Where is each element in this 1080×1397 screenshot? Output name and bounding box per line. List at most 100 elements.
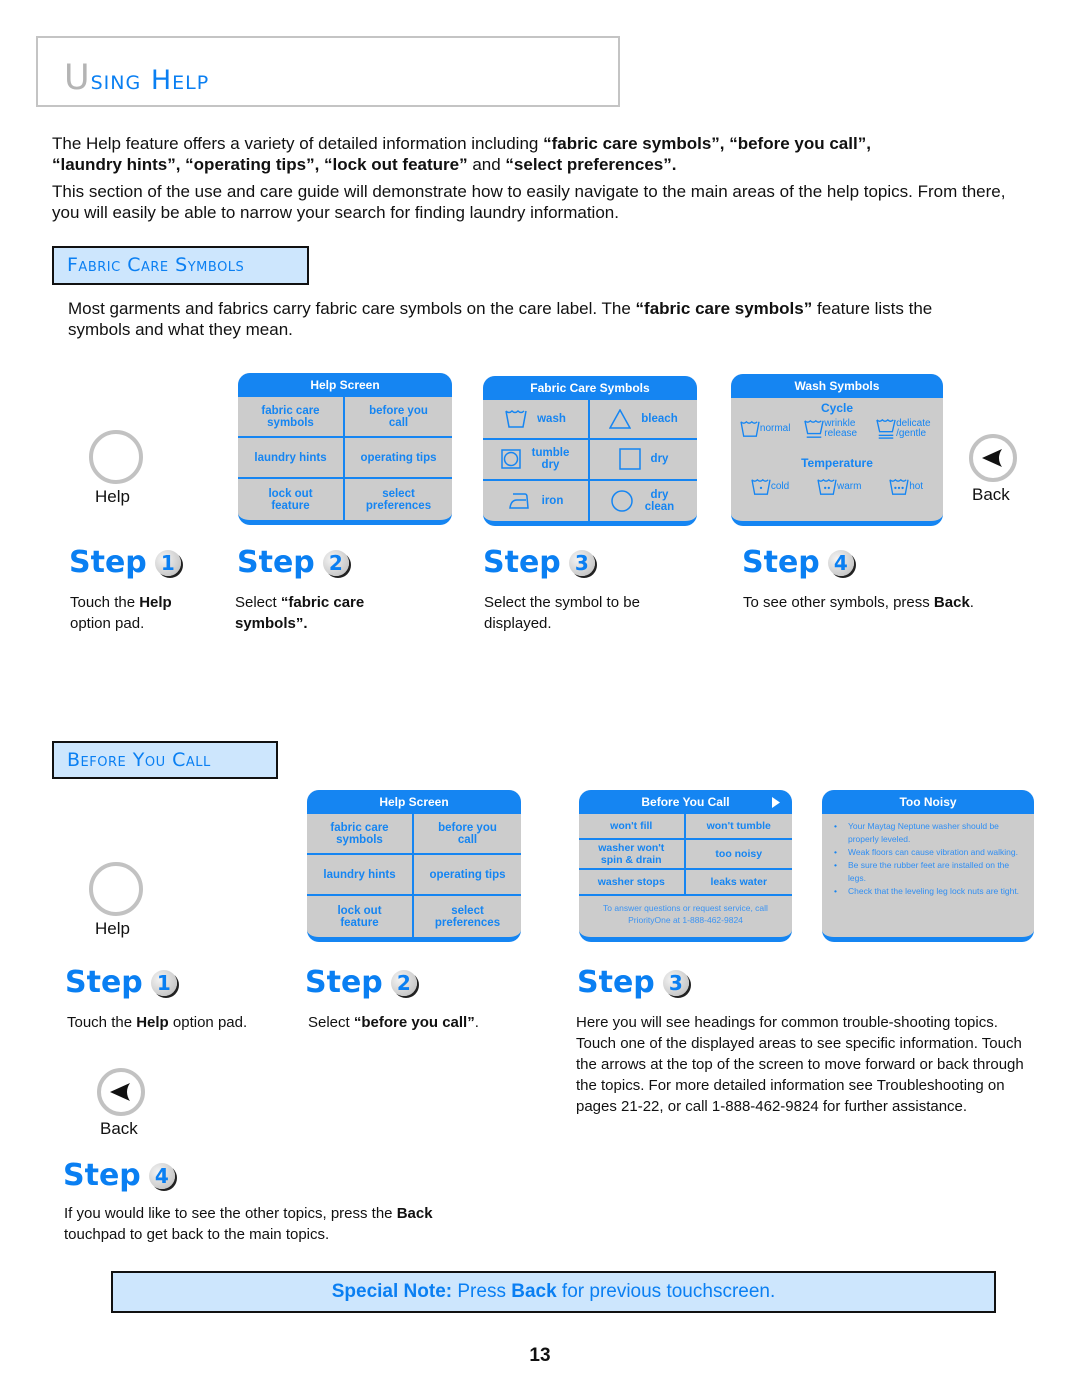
byc-step-3-desc: Here you will see headings for common tr…: [576, 1014, 1024, 1115]
help-option-laundry-hints[interactable]: laundry hints: [238, 438, 345, 479]
help-option-fabric-care-symbols[interactable]: fabric care symbols: [238, 397, 345, 438]
help-screen-panel: Help Screen fabric care symbols before y…: [307, 790, 521, 942]
help-pad-button[interactable]: [89, 430, 143, 484]
topic-wont-fill[interactable]: won't fill: [579, 814, 686, 840]
symbol-option-dry[interactable]: dry: [590, 440, 697, 481]
wash-normal-icon: [740, 420, 760, 437]
help-option-lock-out-feature[interactable]: lock out feature: [307, 896, 414, 937]
too-noisy-title: Too Noisy: [822, 790, 1034, 814]
help-pad-label: Help: [95, 919, 130, 938]
tip-item: Weak floors can cause vibration and walk…: [834, 846, 1026, 859]
iron-icon: [508, 493, 529, 509]
step-number-badge: 3: [568, 549, 595, 576]
wash-delicate-icon: [876, 418, 896, 439]
before-you-call-title: Before You Call: [579, 790, 792, 814]
wash-tub-icon: [505, 410, 527, 428]
back-pad-label: Back: [100, 1119, 138, 1138]
wash-symbols-screen: Wash Symbols Cycle normal wrinkle releas…: [731, 374, 943, 526]
topic-leaks-water[interactable]: leaks water: [685, 870, 792, 896]
temp-cold[interactable]: cold: [751, 478, 789, 496]
tumble-dry-icon: [500, 449, 521, 470]
dry-square-icon: [618, 448, 641, 471]
step-number-badge: 4: [148, 1162, 175, 1189]
step-number-badge: 3: [662, 969, 689, 996]
too-noisy-screen: Too Noisy Your Maytag Neptune washer sho…: [822, 790, 1034, 942]
temp-hot[interactable]: hot: [889, 478, 923, 496]
help-option-lock-out-feature[interactable]: lock out feature: [238, 479, 345, 520]
byc-step-3-heading: Step 3: [577, 965, 689, 1000]
back-arrow-icon: [110, 1083, 130, 1101]
section-heading-before-you-call: Before You Call: [52, 741, 278, 779]
wash-symbols-title: Wash Symbols: [731, 374, 943, 398]
step-number-badge: 1: [154, 549, 181, 576]
dry-clean-circle-icon: [610, 490, 633, 512]
wash-cold-icon: [751, 478, 771, 495]
help-option-fabric-care-symbols[interactable]: fabric care symbols: [307, 814, 414, 855]
cycle-wrinkle-release[interactable]: wrinkle release: [804, 419, 862, 439]
fabric-step-1-heading: Step 1: [69, 545, 181, 580]
help-option-before-you-call[interactable]: before you call: [345, 397, 452, 438]
help-pad-button[interactable]: [89, 862, 143, 916]
before-you-call-screen: Before You Call won't fill won't tumble …: [579, 790, 792, 942]
special-note-box: Special Note: Press Back for previous to…: [111, 1271, 996, 1313]
fabric-step-4-heading: Step 4: [742, 545, 854, 580]
topic-too-noisy[interactable]: too noisy: [685, 840, 792, 870]
fabric-care-description: Most garments and fabrics carry fabric c…: [68, 299, 933, 339]
page-title: Using Help: [64, 58, 210, 98]
help-option-operating-tips[interactable]: operating tips: [345, 438, 452, 479]
cycle-heading: Cycle: [820, 401, 854, 415]
cycle-delicate-gentle[interactable]: delicate /gentle: [876, 418, 934, 440]
help-option-laundry-hints[interactable]: laundry hints: [307, 855, 414, 896]
help-option-before-you-call[interactable]: before you call: [414, 814, 521, 855]
symbol-option-dry-clean[interactable]: dry clean: [590, 481, 697, 521]
page-number: 13: [529, 1345, 551, 1366]
fabric-step-3-desc: Select the symbol to be displayed.: [484, 594, 640, 632]
section-heading-fabric-care: Fabric Care Symbols: [52, 246, 309, 285]
back-pad-button[interactable]: [969, 434, 1017, 482]
help-option-operating-tips[interactable]: operating tips: [414, 855, 521, 896]
topic-washer-wont-spin-drain[interactable]: washer won't spin & drain: [579, 840, 686, 870]
wash-wrinkle-release-icon: [804, 419, 825, 438]
help-option-select-preferences[interactable]: select preferences: [414, 896, 521, 937]
step-number-badge: 2: [390, 969, 417, 996]
byc-step-4-heading: Step 4: [63, 1158, 175, 1193]
fabric-step-2-heading: Step 2: [237, 545, 349, 580]
back-pad-button[interactable]: [97, 1068, 145, 1116]
intro-paragraph-1: The Help feature offers a variety of det…: [52, 134, 871, 174]
wash-hot-icon: [889, 478, 909, 495]
service-contact-note: To answer questions or request service, …: [603, 903, 768, 925]
topic-wont-tumble[interactable]: won't tumble: [685, 814, 792, 840]
cycle-normal[interactable]: normal: [740, 420, 790, 438]
byc-step-2-heading: Step 2: [305, 965, 417, 1000]
step-number-badge: 2: [322, 549, 349, 576]
byc-step-4-desc: If you would like to see the other topic…: [64, 1205, 433, 1243]
step-number-badge: 1: [150, 969, 177, 996]
step-number-badge: 4: [827, 549, 854, 576]
topic-washer-stops[interactable]: washer stops: [579, 870, 686, 896]
too-noisy-tips: Your Maytag Neptune washer should be pro…: [822, 814, 1034, 898]
intro-paragraph-2: This section of the use and care guide w…: [52, 182, 1006, 222]
help-screen-title: Help Screen: [307, 790, 521, 814]
byc-step-1-heading: Step 1: [65, 965, 177, 1000]
symbol-option-tumble-dry[interactable]: tumble dry: [483, 440, 590, 481]
byc-step-2-desc: Select “before you call”.: [308, 1014, 479, 1031]
temp-warm[interactable]: warm: [817, 478, 861, 496]
tip-item: Be sure the rubber feet are installed on…: [834, 859, 1026, 885]
back-arrow-icon: [982, 449, 1002, 467]
next-arrow-icon[interactable]: [772, 797, 780, 808]
symbol-option-iron[interactable]: iron: [483, 480, 590, 521]
fabric-care-symbols-title: Fabric Care Symbols: [483, 376, 697, 400]
byc-step-1-desc: Touch the Help option pad.: [67, 1014, 248, 1031]
symbol-option-wash[interactable]: wash: [483, 400, 590, 441]
help-screen-panel: Help Screen fabric care symbols before y…: [238, 373, 452, 525]
temperature-heading: Temperature: [801, 456, 873, 470]
tip-item: Check that the leveling leg lock nuts ar…: [834, 885, 1026, 898]
symbol-option-bleach[interactable]: bleach: [590, 400, 697, 441]
tip-item: Your Maytag Neptune washer should be pro…: [834, 820, 1026, 846]
fabric-step-1-desc: Touch the Help option pad.: [70, 594, 172, 632]
page-title-box: Using Help: [36, 36, 620, 107]
fabric-step-3-heading: Step 3: [483, 545, 595, 580]
wash-warm-icon: [817, 478, 837, 495]
help-option-select-preferences[interactable]: select preferences: [345, 479, 452, 520]
fabric-step-4-desc: To see other symbols, press Back.: [743, 594, 974, 611]
